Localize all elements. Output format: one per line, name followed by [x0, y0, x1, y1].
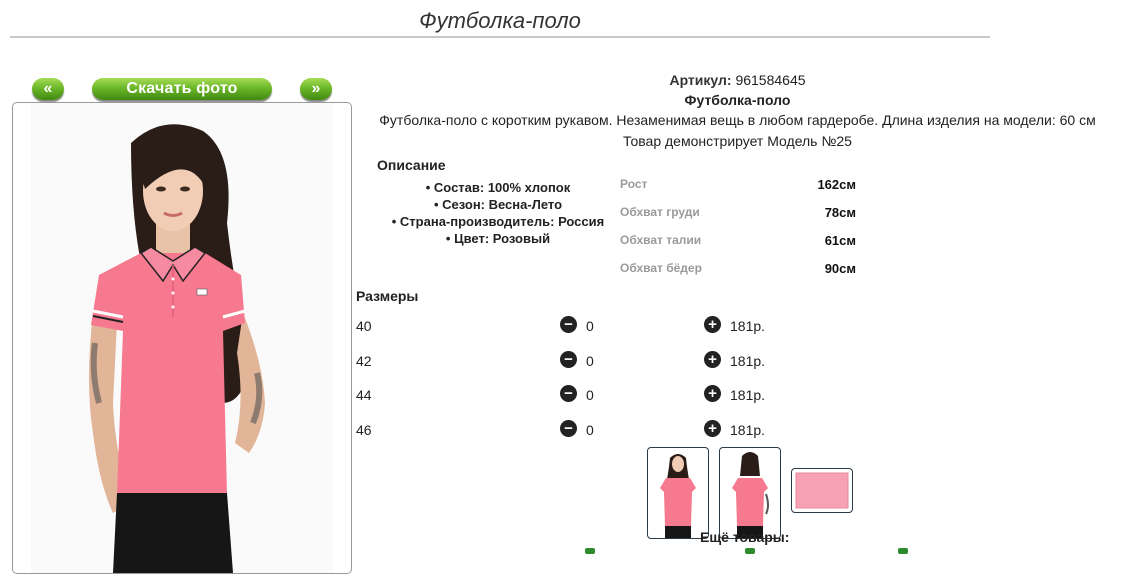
plus-circle-icon[interactable]: + [704, 316, 721, 333]
size-price: 181р. [730, 422, 766, 438]
size-row: 46 − 0 + 181р. [356, 420, 786, 442]
size-price: 181р. [730, 318, 766, 334]
product-sku: Артикул: 961584645 [355, 72, 1120, 88]
size-quantity: 0 [586, 353, 594, 369]
measurement-label: Обхват груди [620, 205, 700, 219]
more-product-link-stub[interactable] [585, 548, 595, 554]
plus-circle-icon[interactable]: + [704, 385, 721, 402]
size-label: 44 [356, 387, 372, 403]
measurement-row: Рост 162см [620, 177, 856, 197]
details-heading: Описание [377, 157, 446, 173]
main-product-photo[interactable] [12, 102, 352, 574]
measurement-value: 78см [824, 205, 856, 220]
feature-item: Сезон: Весна-Лето [356, 196, 640, 213]
prev-photo-button[interactable]: « [32, 78, 64, 100]
download-photo-button[interactable]: Скачать фото [92, 78, 272, 100]
size-price: 181р. [730, 387, 766, 403]
measurement-row: Обхват талии 61см [620, 233, 856, 253]
feature-list: Состав: 100% хлопок Сезон: Весна-Лето Ст… [356, 179, 640, 247]
thumbnail-image [660, 454, 696, 538]
minus-circle-icon[interactable]: − [560, 385, 577, 402]
more-product-link-stub[interactable] [745, 548, 755, 554]
model-note: Товар демонстрирует Модель №25 [623, 133, 852, 149]
product-description: Футболка-поло с коротким рукавом. Незаме… [379, 112, 1096, 128]
size-label: 42 [356, 353, 372, 369]
measurement-value: 162см [817, 177, 856, 192]
size-row: 40 − 0 + 181р. [356, 316, 786, 338]
product-name: Футболка-поло [684, 92, 791, 108]
minus-circle-icon[interactable]: − [560, 420, 577, 437]
plus-circle-icon[interactable]: + [704, 420, 721, 437]
size-label: 46 [356, 422, 372, 438]
feature-item: Страна-производитель: Россия [356, 213, 640, 230]
sku-label: Артикул: [669, 72, 732, 88]
size-row: 44 − 0 + 181р. [356, 385, 786, 407]
page-title: Футболка-поло [419, 8, 581, 33]
size-quantity: 0 [586, 387, 594, 403]
measurement-value: 90см [824, 261, 856, 276]
measurement-row: Обхват бёдер 90см [620, 261, 856, 281]
size-price: 181р. [730, 353, 766, 369]
photo-thumbnail-fabric[interactable] [791, 468, 853, 513]
feature-item: Цвет: Розовый [356, 230, 640, 247]
more-products-heading: Ещё товары: [700, 529, 790, 545]
size-label: 40 [356, 318, 372, 334]
photo-thumbnail-front[interactable] [647, 447, 709, 539]
measurement-value: 61см [824, 233, 856, 248]
sizes-heading: Размеры [356, 288, 419, 304]
minus-circle-icon[interactable]: − [560, 316, 577, 333]
measurement-row: Обхват груди 78см [620, 205, 856, 225]
photo-thumbnail-back[interactable] [719, 447, 781, 539]
measurement-label: Обхват бёдер [620, 261, 702, 275]
size-row: 42 − 0 + 181р. [356, 351, 786, 373]
feature-item: Состав: 100% хлопок [356, 179, 640, 196]
plus-circle-icon[interactable]: + [704, 351, 721, 368]
title-divider [10, 36, 990, 38]
next-photo-button[interactable]: » [300, 78, 332, 100]
size-quantity: 0 [586, 422, 594, 438]
size-quantity: 0 [586, 318, 594, 334]
sku-value: 961584645 [735, 72, 806, 88]
thumbnail-image [795, 472, 849, 509]
model-photo-illustration [31, 103, 333, 573]
measurement-label: Обхват талии [620, 233, 702, 247]
minus-circle-icon[interactable]: − [560, 351, 577, 368]
thumbnail-image [732, 452, 769, 538]
more-product-link-stub[interactable] [898, 548, 908, 554]
measurement-label: Рост [620, 177, 648, 191]
